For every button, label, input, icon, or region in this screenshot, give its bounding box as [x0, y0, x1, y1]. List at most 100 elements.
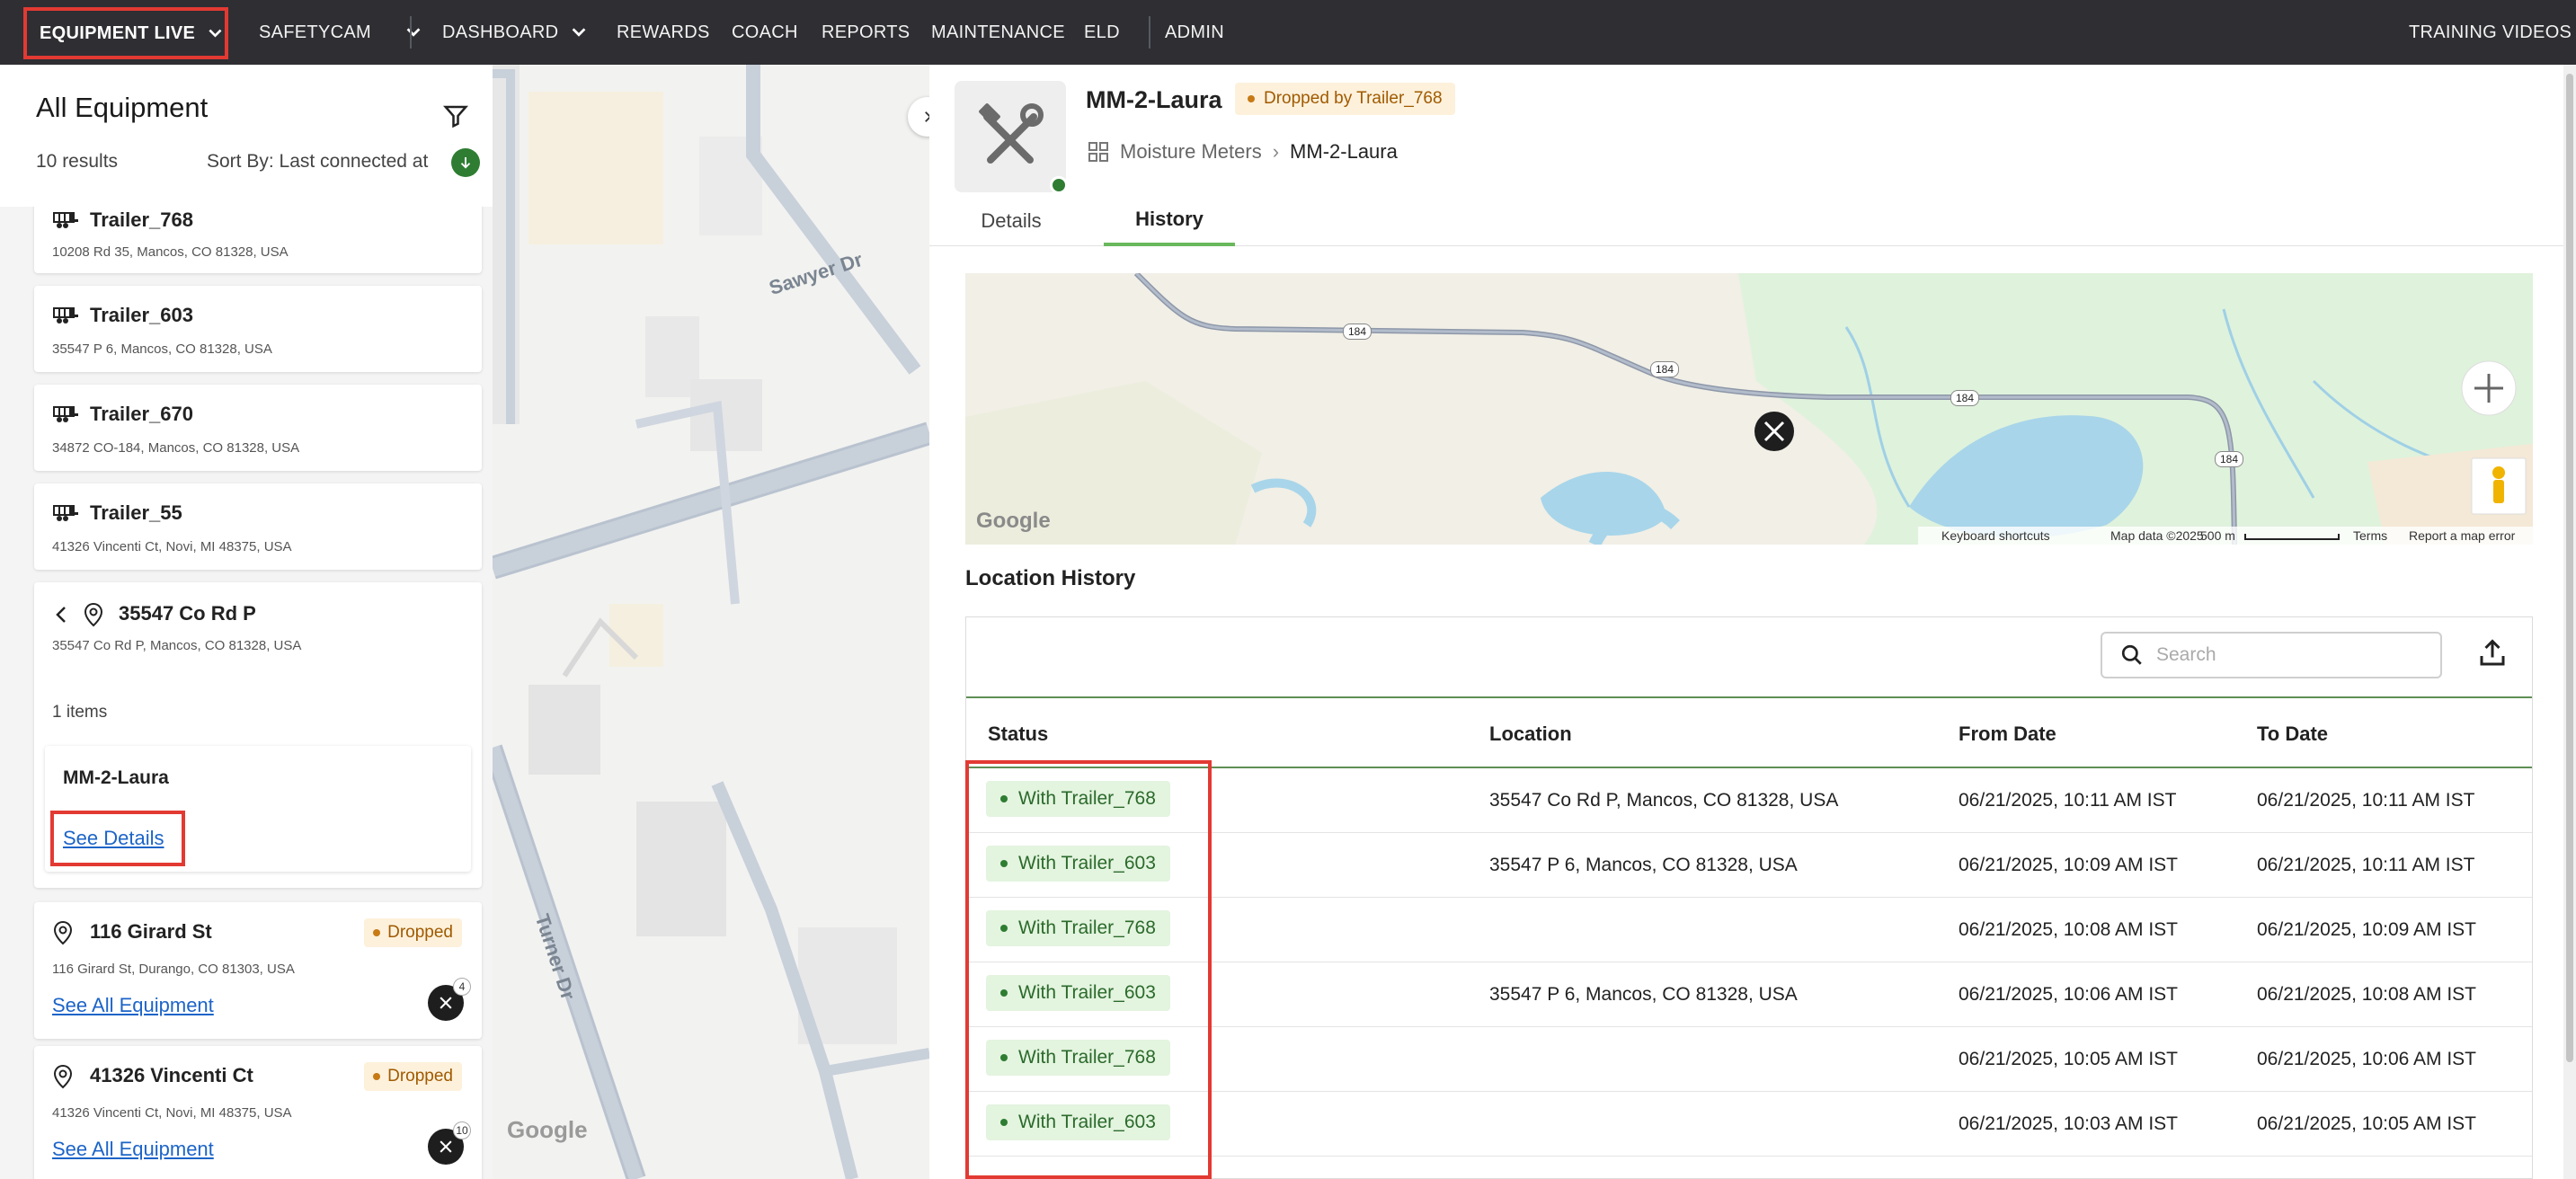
- to-date-cell: 06/21/2025, 10:05 AM IST: [2257, 1113, 2477, 1134]
- table-row[interactable]: With Trailer_768 06/21/2025, 10:05 AM IS…: [966, 1027, 2532, 1092]
- trailer-name: Trailer_670: [90, 403, 193, 425]
- nav-training-videos[interactable]: TRAINING VIDEOS: [2409, 0, 2572, 65]
- see-all-equipment-link[interactable]: See All Equipment: [52, 1138, 214, 1161]
- list-item[interactable]: Trailer_670 34872 CO-184, Mancos, CO 813…: [34, 385, 482, 471]
- nav-safetycam[interactable]: SAFETYCAM: [259, 0, 423, 65]
- trailer-address: 35547 P 6, Mancos, CO 81328, USA: [52, 341, 272, 357]
- trailer-name: Trailer_55: [90, 501, 182, 524]
- page-scrollbar[interactable]: [2563, 65, 2576, 1179]
- table-row[interactable]: With Trailer_603 35547 P 6, Mancos, CO 8…: [966, 962, 2532, 1027]
- nav-dashboard[interactable]: DASHBOARD: [442, 0, 589, 65]
- tools-icon: [440, 1140, 452, 1153]
- filter-icon[interactable]: [442, 102, 469, 129]
- list-item[interactable]: Trailer_768 10208 Rd 35, Mancos, CO 8132…: [34, 207, 482, 273]
- list-item[interactable]: 41326 Vincenti Ct Dropped 41326 Vincenti…: [34, 1046, 482, 1179]
- status-dot: [1000, 1119, 1008, 1126]
- trailer-name: Trailer_603: [90, 304, 193, 326]
- nav-eld[interactable]: ELD: [1084, 0, 1120, 65]
- map-keyboard-shortcuts[interactable]: Keyboard shortcuts: [1941, 528, 2050, 543]
- to-date-cell: 06/21/2025, 10:06 AM IST: [2257, 1049, 2477, 1069]
- location-cell: 35547 P 6, Mancos, CO 81328, USA: [1489, 855, 1798, 875]
- trailer-address: 10208 Rd 35, Mancos, CO 81328, USA: [52, 244, 289, 260]
- location-address: 41326 Vincenti Ct, Novi, MI 48375, USA: [52, 1105, 292, 1121]
- column-header-to-date[interactable]: To Date: [2257, 722, 2328, 746]
- map-data-credit: Map data ©2025: [2110, 528, 2204, 543]
- breadcrumb-parent[interactable]: Moisture Meters: [1120, 140, 1262, 164]
- status-dot: [1000, 860, 1008, 867]
- nav-reports[interactable]: REPORTS: [822, 0, 910, 65]
- to-date-cell: 06/21/2025, 10:09 AM IST: [2257, 919, 2477, 940]
- status-badge-label: Dropped: [387, 1067, 453, 1086]
- trailer-icon: [53, 307, 78, 324]
- equipment-count-bubble[interactable]: 10: [428, 1121, 471, 1165]
- from-date-cell: 06/21/2025, 10:06 AM IST: [1959, 984, 2179, 1005]
- map-report-error-link[interactable]: Report a map error: [2409, 528, 2515, 543]
- table-row[interactable]: With Trailer_603 06/21/2025, 10:03 AM IS…: [966, 1092, 2532, 1157]
- equipment-list-panel: All Equipment 10 results Sort By: Last c…: [0, 65, 493, 1179]
- see-details-link[interactable]: See Details: [63, 827, 164, 850]
- tools-icon: [440, 997, 452, 1009]
- nav-admin[interactable]: ADMIN: [1165, 0, 1224, 65]
- search-input[interactable]: [2156, 644, 2426, 666]
- table-row[interactable]: With Trailer_768 35547 Co Rd P, Mancos, …: [966, 768, 2532, 833]
- sort-by-label[interactable]: Sort By: Last connected at: [207, 151, 428, 173]
- status-dot: [1248, 95, 1255, 102]
- equipment-count: 4: [453, 978, 471, 996]
- sort-direction-button[interactable]: [451, 148, 480, 177]
- column-header-status[interactable]: Status: [988, 722, 1048, 746]
- status-dot: [373, 1073, 381, 1080]
- equipment-count-bubble[interactable]: 4: [428, 978, 471, 1021]
- background-map[interactable]: Sawyer Dr Turner Dr Google: [493, 65, 929, 1179]
- table-row[interactable]: With Trailer_603 35547 P 6, Mancos, CO 8…: [966, 833, 2532, 898]
- map-terms-link[interactable]: Terms: [2353, 528, 2387, 543]
- location-address: 35547 Co Rd P, Mancos, CO 81328, USA: [52, 638, 302, 653]
- grid-icon: [1088, 142, 1108, 162]
- location-name: 41326 Vincenti Ct: [90, 1064, 253, 1086]
- search-icon: [2121, 644, 2142, 665]
- nav-rewards[interactable]: REWARDS: [617, 0, 710, 65]
- status-pill: With Trailer_768: [986, 781, 1170, 817]
- see-all-equipment-link[interactable]: See All Equipment: [52, 994, 214, 1017]
- list-item[interactable]: Trailer_55 41326 Vincenti Ct, Novi, MI 4…: [34, 483, 482, 570]
- chevron-left-icon[interactable]: [54, 604, 68, 625]
- map-canvas: [493, 65, 929, 1179]
- equipment-name: MM-2-Laura: [1086, 86, 1222, 113]
- table-header: Status Location From Date To Date: [966, 696, 2532, 768]
- status-pill-label: With Trailer_603: [1018, 853, 1156, 873]
- map-scale: 500 m: [2200, 528, 2235, 543]
- trailer-name: Trailer_768: [90, 208, 193, 231]
- chevron-down-icon: [406, 28, 421, 37]
- status-pill-label: With Trailer_768: [1018, 917, 1156, 938]
- trailer-icon: [53, 212, 78, 228]
- status-badge-label: Dropped: [387, 923, 453, 942]
- column-header-from-date[interactable]: From Date: [1959, 722, 2056, 746]
- scrollbar-thumb[interactable]: [2566, 74, 2573, 1062]
- nav-coach[interactable]: COACH: [732, 0, 798, 65]
- google-logo: Google: [976, 509, 1051, 533]
- from-date-cell: 06/21/2025, 10:03 AM IST: [1959, 1113, 2179, 1134]
- to-date-cell: 06/21/2025, 10:11 AM IST: [2257, 790, 2475, 811]
- location-name: 116 Girard St: [90, 920, 212, 943]
- table-row[interactable]: With Trailer_768 06/21/2025, 10:08 AM IS…: [966, 898, 2532, 962]
- nav-equipment-live[interactable]: EQUIPMENT LIVE: [23, 7, 228, 59]
- tab-history[interactable]: History: [1104, 196, 1235, 246]
- export-icon[interactable]: [2476, 637, 2509, 669]
- trailer-address: 41326 Vincenti Ct, Novi, MI 48375, USA: [52, 539, 292, 554]
- nav-maintenance[interactable]: MAINTENANCE: [931, 0, 1065, 65]
- from-date-cell: 06/21/2025, 10:09 AM IST: [1959, 855, 2179, 875]
- trailer-icon: [53, 505, 78, 521]
- nav-equipment-live-label: EQUIPMENT LIVE: [40, 22, 196, 43]
- equipment-list[interactable]: Trailer_768 10208 Rd 35, Mancos, CO 8132…: [0, 207, 493, 1179]
- tab-details[interactable]: Details: [953, 196, 1070, 246]
- chevron-down-icon: [573, 28, 586, 37]
- location-cell: 35547 P 6, Mancos, CO 81328, USA: [1489, 984, 1798, 1005]
- nested-item-card: MM-2-Laura See Details: [45, 746, 471, 872]
- nav-divider: [1149, 16, 1150, 49]
- breadcrumb-current: MM-2-Laura: [1290, 140, 1398, 163]
- list-item[interactable]: Trailer_603 35547 P 6, Mancos, CO 81328,…: [34, 286, 482, 372]
- list-item[interactable]: 116 Girard St Dropped 116 Girard St, Dur…: [34, 902, 482, 1039]
- search-box[interactable]: [2101, 632, 2442, 678]
- location-map[interactable]: 184 184 184 184 Google Keyboard shortcut…: [965, 273, 2533, 545]
- column-header-location[interactable]: Location: [1489, 722, 1572, 746]
- equipment-count: 10: [453, 1121, 471, 1139]
